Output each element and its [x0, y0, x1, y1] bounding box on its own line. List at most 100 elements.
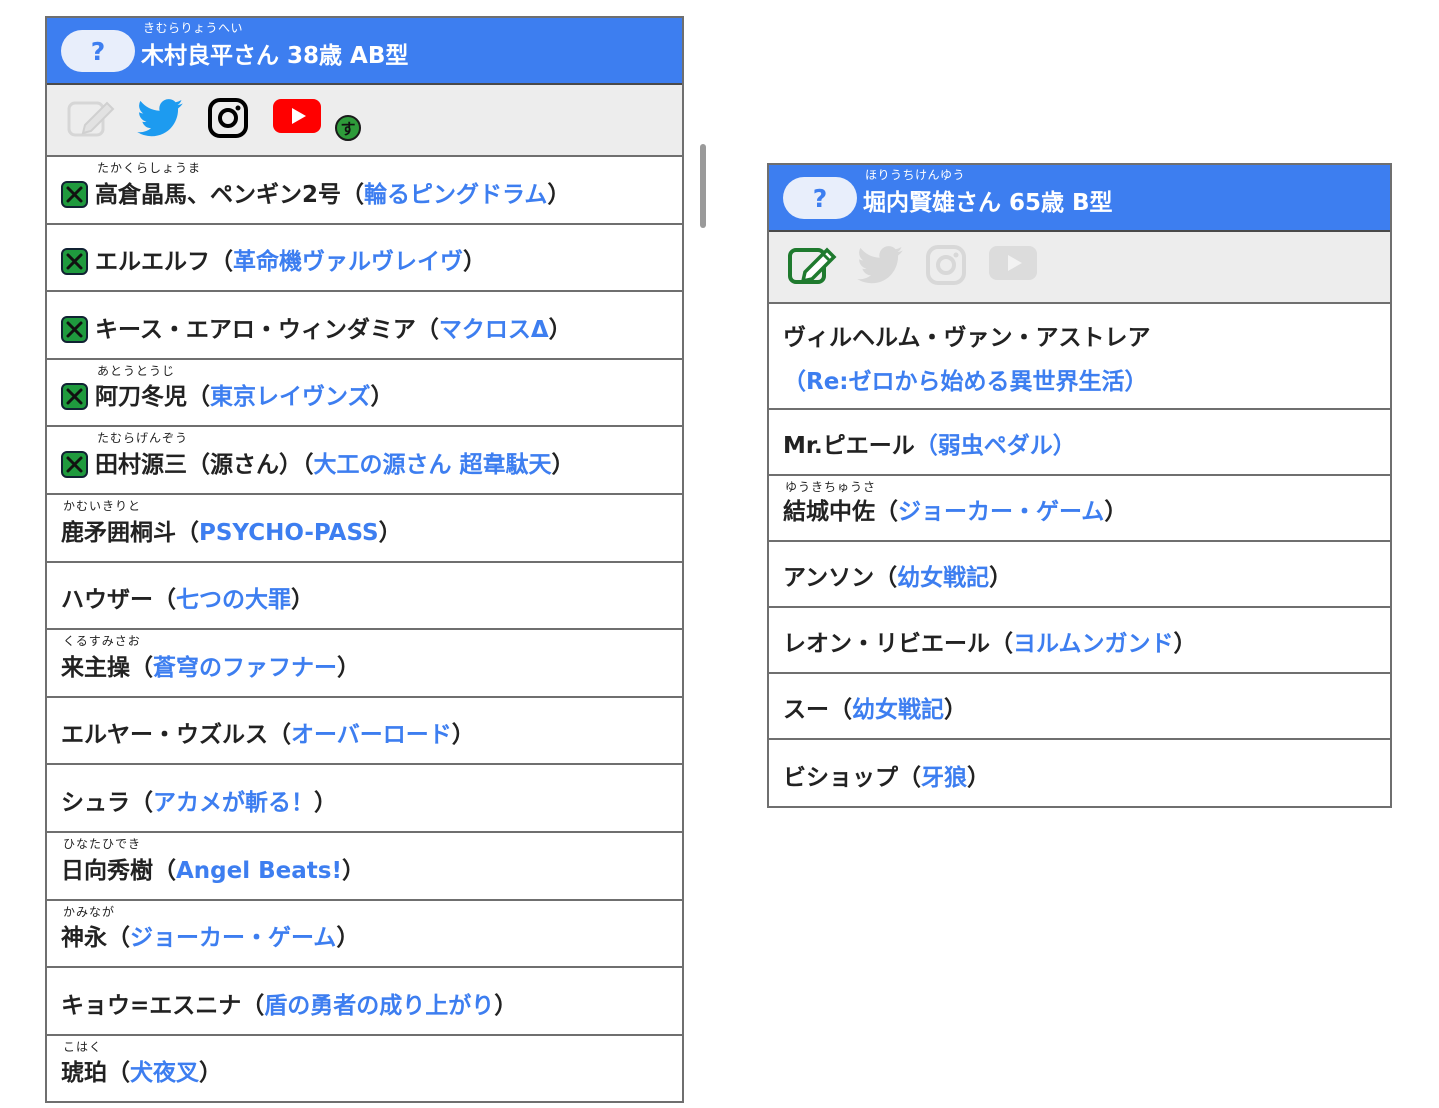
character-name: 日向秀樹 — [61, 857, 153, 884]
twitter-icon[interactable] — [137, 99, 183, 137]
role-row: ゆうきちゅうさ 結城中佐（ジョーカー・ゲーム） — [769, 476, 1390, 542]
instagram-icon[interactable] — [207, 97, 249, 139]
open-paren: （ — [415, 316, 439, 343]
work-title-link[interactable]: アカメが斬る！ — [153, 790, 314, 816]
character-ruby: たむらげんぞう — [97, 431, 189, 446]
character-name: 鹿矛囲桐斗 — [61, 519, 176, 546]
open-paren: （ — [176, 519, 199, 546]
role-text: 来主操（蒼穹のファフナー） — [61, 648, 360, 682]
work-title-link[interactable]: ジョーカー・ゲーム — [130, 925, 336, 951]
profile-header: ? きむらりょうへい 木村良平さん 38歳 AB型 — [47, 18, 682, 85]
close-paren: ） — [547, 181, 571, 208]
close-paren: ） — [944, 697, 967, 723]
role-row: レオン・リビエール（ヨルムンガンド） — [769, 608, 1390, 674]
character-name: シュラ — [61, 789, 130, 816]
check-icon — [61, 248, 88, 276]
character-name: ビショップ — [783, 765, 898, 791]
close-paren: ） — [451, 722, 475, 749]
character-name: スー — [783, 697, 829, 723]
open-paren: （ — [187, 384, 210, 411]
work-title-link[interactable]: マクロスΔ — [439, 317, 549, 343]
role-text: 日向秀樹（Angel Beats!） — [61, 851, 365, 885]
social-icon-bar — [769, 232, 1390, 304]
work-title-link[interactable]: 蒼穹のファフナー — [153, 655, 337, 681]
role-row: キース・エアロ・ウィンダミア（マクロスΔ） — [47, 292, 682, 360]
work-title-link[interactable]: 牙狼 — [921, 765, 967, 791]
close-paren: ） — [341, 857, 365, 884]
work-title-link[interactable]: 東京レイヴンズ — [210, 384, 371, 410]
role-row: エルヤー・ウズルス（オーバーロード） — [47, 698, 682, 766]
character-name: レオン・リビエール — [783, 631, 990, 657]
work-title-link[interactable]: ヨルムンガンド — [1013, 631, 1174, 657]
role-list: ヴィルヘルム・ヴァン・アストレア （Re:ゼロから始める異世界生活） Mr.ピエール… — [769, 304, 1390, 806]
open-paren: （ — [107, 1060, 130, 1087]
work-title-link[interactable]: 七つの大罪 — [176, 587, 291, 613]
close-paren: ） — [967, 765, 990, 791]
work-title-link[interactable]: 大工の源さん 超韋駄天 — [314, 452, 552, 478]
social-icon-bar: す — [47, 85, 682, 157]
open-paren: （ — [153, 857, 176, 884]
open-paren: （ — [990, 631, 1013, 657]
open-paren: （ — [153, 587, 176, 614]
twitter-icon[interactable] — [857, 246, 903, 284]
open-paren: （ — [875, 499, 898, 525]
work-title-link[interactable]: 犬夜叉 — [130, 1060, 199, 1086]
character-ruby: くるすみさお — [63, 634, 141, 649]
scrollbar[interactable] — [700, 144, 706, 228]
profile-title: 堀内賢雄さん 65歳 B型 — [863, 190, 1113, 216]
role-text: 琥珀（犬夜叉） — [61, 1053, 222, 1087]
help-button[interactable]: ? — [783, 177, 857, 219]
work-title-link[interactable]: 盾の勇者の成り上がり — [264, 993, 494, 1019]
character-name: エルエルフ — [95, 249, 210, 276]
check-icon — [61, 180, 88, 208]
open-paren: （ — [874, 565, 898, 591]
open-paren: （ — [210, 249, 233, 276]
edit-icon[interactable] — [787, 242, 837, 286]
work-title-link[interactable]: 革命機ヴァルヴレイヴ — [233, 249, 463, 275]
profile-title: 木村良平さん 38歳 AB型 — [141, 43, 409, 69]
left-profile-card: ? きむらりょうへい 木村良平さん 38歳 AB型 す たかくらしょうま 高倉晶馬… — [45, 16, 684, 1104]
work-title-link[interactable]: Angel Beats! — [176, 858, 342, 884]
edit-icon[interactable] — [67, 97, 115, 139]
open-paren: （ — [829, 697, 852, 723]
work-title-link[interactable]: （Re:ゼロから始める異世界生活） — [783, 362, 1148, 396]
role-row: こはく 琥珀（犬夜叉） — [47, 1036, 682, 1104]
role-text: シュラ（アカメが斬る！） — [61, 783, 337, 817]
su-badge-icon[interactable]: す — [335, 115, 361, 141]
role-text: 神永（ジョーカー・ゲーム） — [61, 918, 359, 952]
role-text: 田村源三（源さん）（大工の源さん 超韋駄天） — [95, 445, 575, 479]
close-paren: ） — [370, 384, 394, 411]
check-icon — [61, 383, 88, 411]
work-title-link[interactable]: ジョーカー・ゲーム — [898, 499, 1104, 525]
character-name: ハウザー — [61, 587, 153, 614]
character-name: 阿刀冬児 — [95, 384, 187, 411]
youtube-icon[interactable] — [989, 246, 1037, 280]
help-button[interactable]: ? — [61, 30, 135, 72]
character-name: キース・エアロ・ウィンダミア — [95, 316, 416, 343]
instagram-icon[interactable] — [925, 244, 967, 286]
work-title-link[interactable]: オーバーロード — [291, 722, 452, 748]
role-row: アンソン（幼女戦記） — [769, 542, 1390, 608]
name-ruby: ほりうちけんゆう — [865, 168, 966, 182]
work-title-link[interactable]: PSYCHO-PASS — [199, 520, 379, 546]
close-paren: ） — [378, 519, 402, 546]
close-paren: ） — [199, 1060, 222, 1087]
role-text: 結城中佐（ジョーカー・ゲーム） — [783, 492, 1127, 526]
character-name: Mr.ピエール — [783, 433, 915, 459]
close-paren: ） — [551, 451, 575, 478]
name-ruby: きむらりょうへい — [143, 21, 244, 35]
role-text: ハウザー（七つの大罪） — [61, 580, 314, 614]
work-title-link[interactable]: （弱虫ペダル） — [915, 433, 1076, 459]
role-text: エルエルフ（革命機ヴァルヴレイヴ） — [95, 242, 486, 276]
character-ruby: かみなが — [63, 904, 116, 919]
work-title-link[interactable]: 幼女戦記 — [897, 565, 989, 591]
close-paren: ） — [1104, 499, 1128, 525]
youtube-icon[interactable] — [273, 99, 321, 133]
character-name: 神永 — [61, 925, 107, 952]
character-name: 来主操 — [61, 654, 130, 681]
close-paren: ） — [1173, 631, 1197, 657]
work-title-link[interactable]: 幼女戦記 — [852, 697, 944, 723]
role-text: エルヤー・ウズルス（オーバーロード） — [61, 715, 475, 749]
role-text: ビショップ（牙狼） — [783, 758, 990, 792]
work-title-link[interactable]: 輪るピングドラム — [364, 182, 547, 208]
